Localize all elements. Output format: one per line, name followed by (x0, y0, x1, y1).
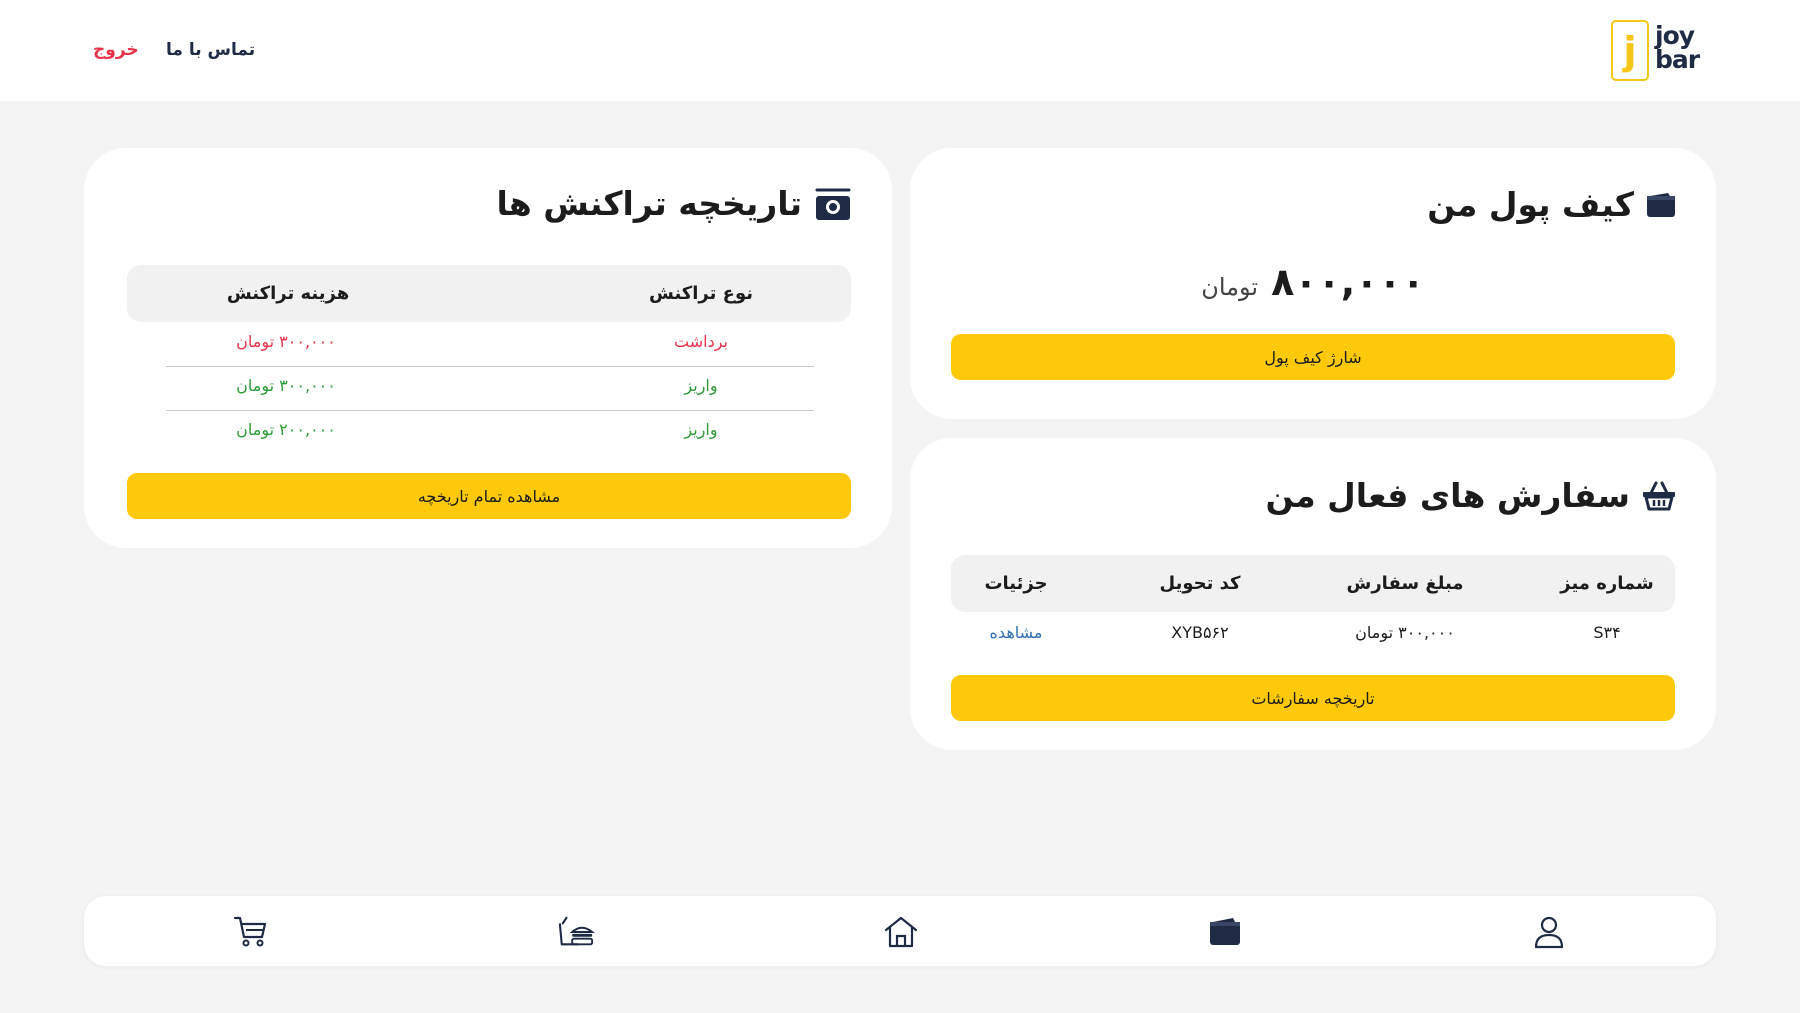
contact-link[interactable]: تماس با ما (166, 40, 255, 60)
active-orders-card: سفارش های فعال من شماره میز مبلغ سفارش ک… (910, 438, 1716, 750)
delivery-code: XYB۵۶۲ (1171, 623, 1229, 642)
column-header: کد تحویل (1159, 573, 1241, 594)
wallet-icon (1647, 192, 1675, 217)
logout-link[interactable]: خروج (93, 40, 139, 60)
column-header: مبلغ سفارش (1346, 573, 1464, 594)
order-amount: ۳۰۰,۰۰۰ تومان (1355, 623, 1455, 642)
transactions-title-text: تاریخچه تراکنش ها (496, 184, 802, 223)
balance-unit: تومان (1201, 273, 1259, 301)
orders-title: سفارش های فعال من (1266, 476, 1677, 515)
basket-icon (1643, 481, 1675, 510)
transaction-type: واریز (684, 420, 718, 439)
food-menu-icon[interactable] (557, 913, 595, 951)
view-order-link[interactable]: مشاهده (990, 623, 1043, 642)
wallet-icon[interactable] (1206, 913, 1244, 951)
wallet-title: کیف پول من (1427, 185, 1676, 224)
transactions-card: تاریخچه تراکنش ها نوع تراکنش هزینه تراکن… (84, 148, 892, 548)
balance-amount: ۸۰۰,۰۰۰ (1271, 260, 1425, 304)
orders-history-button[interactable]: تاریخچه سفارشات (951, 675, 1675, 721)
column-header: هزینه تراکنش (226, 283, 350, 304)
column-header: نوع تراکنش (649, 283, 753, 304)
wallet-title-text: کیف پول من (1427, 185, 1634, 224)
top-header: j joy bar تماس با ما خروج (0, 0, 1800, 101)
transaction-type: برداشت (674, 332, 728, 351)
logo-wordmark: joy bar (1655, 21, 1700, 74)
joybar-logo[interactable]: j joy bar (1611, 20, 1707, 82)
profile-icon[interactable] (1530, 913, 1568, 951)
orders-title-text: سفارش های فعال من (1265, 476, 1631, 515)
view-all-history-button[interactable]: مشاهده تمام تاریخچه (127, 473, 851, 519)
logo-mark: j (1611, 20, 1649, 81)
column-header: شماره میز (1560, 573, 1654, 594)
transaction-cost: ۳۰۰,۰۰۰ تومان (236, 332, 336, 351)
transaction-type: واریز (684, 376, 718, 395)
transactions-title: تاریخچه تراکنش ها (496, 184, 852, 223)
transaction-cost: ۳۰۰,۰۰۰ تومان (236, 376, 336, 395)
cart-icon[interactable] (232, 913, 270, 951)
transaction-cost: ۲۰۰,۰۰۰ تومان (236, 420, 336, 439)
bottom-navigation (84, 896, 1716, 966)
home-icon[interactable] (882, 913, 920, 951)
camera-icon (815, 188, 851, 220)
table-number: S۳۴ (1593, 623, 1621, 642)
row-divider (166, 410, 814, 411)
column-header: جزئیات (984, 573, 1048, 594)
wallet-card: کیف پول من ۸۰۰,۰۰۰ تومان شارژ کیف پول (910, 148, 1716, 419)
wallet-balance: ۸۰۰,۰۰۰ تومان (910, 260, 1716, 304)
row-divider (166, 366, 814, 367)
orders-table-header: شماره میز مبلغ سفارش کد تحویل جزئیات (951, 555, 1675, 612)
charge-wallet-button[interactable]: شارژ کیف پول (951, 334, 1675, 380)
transactions-table-header: نوع تراکنش هزینه تراکنش (127, 265, 851, 322)
